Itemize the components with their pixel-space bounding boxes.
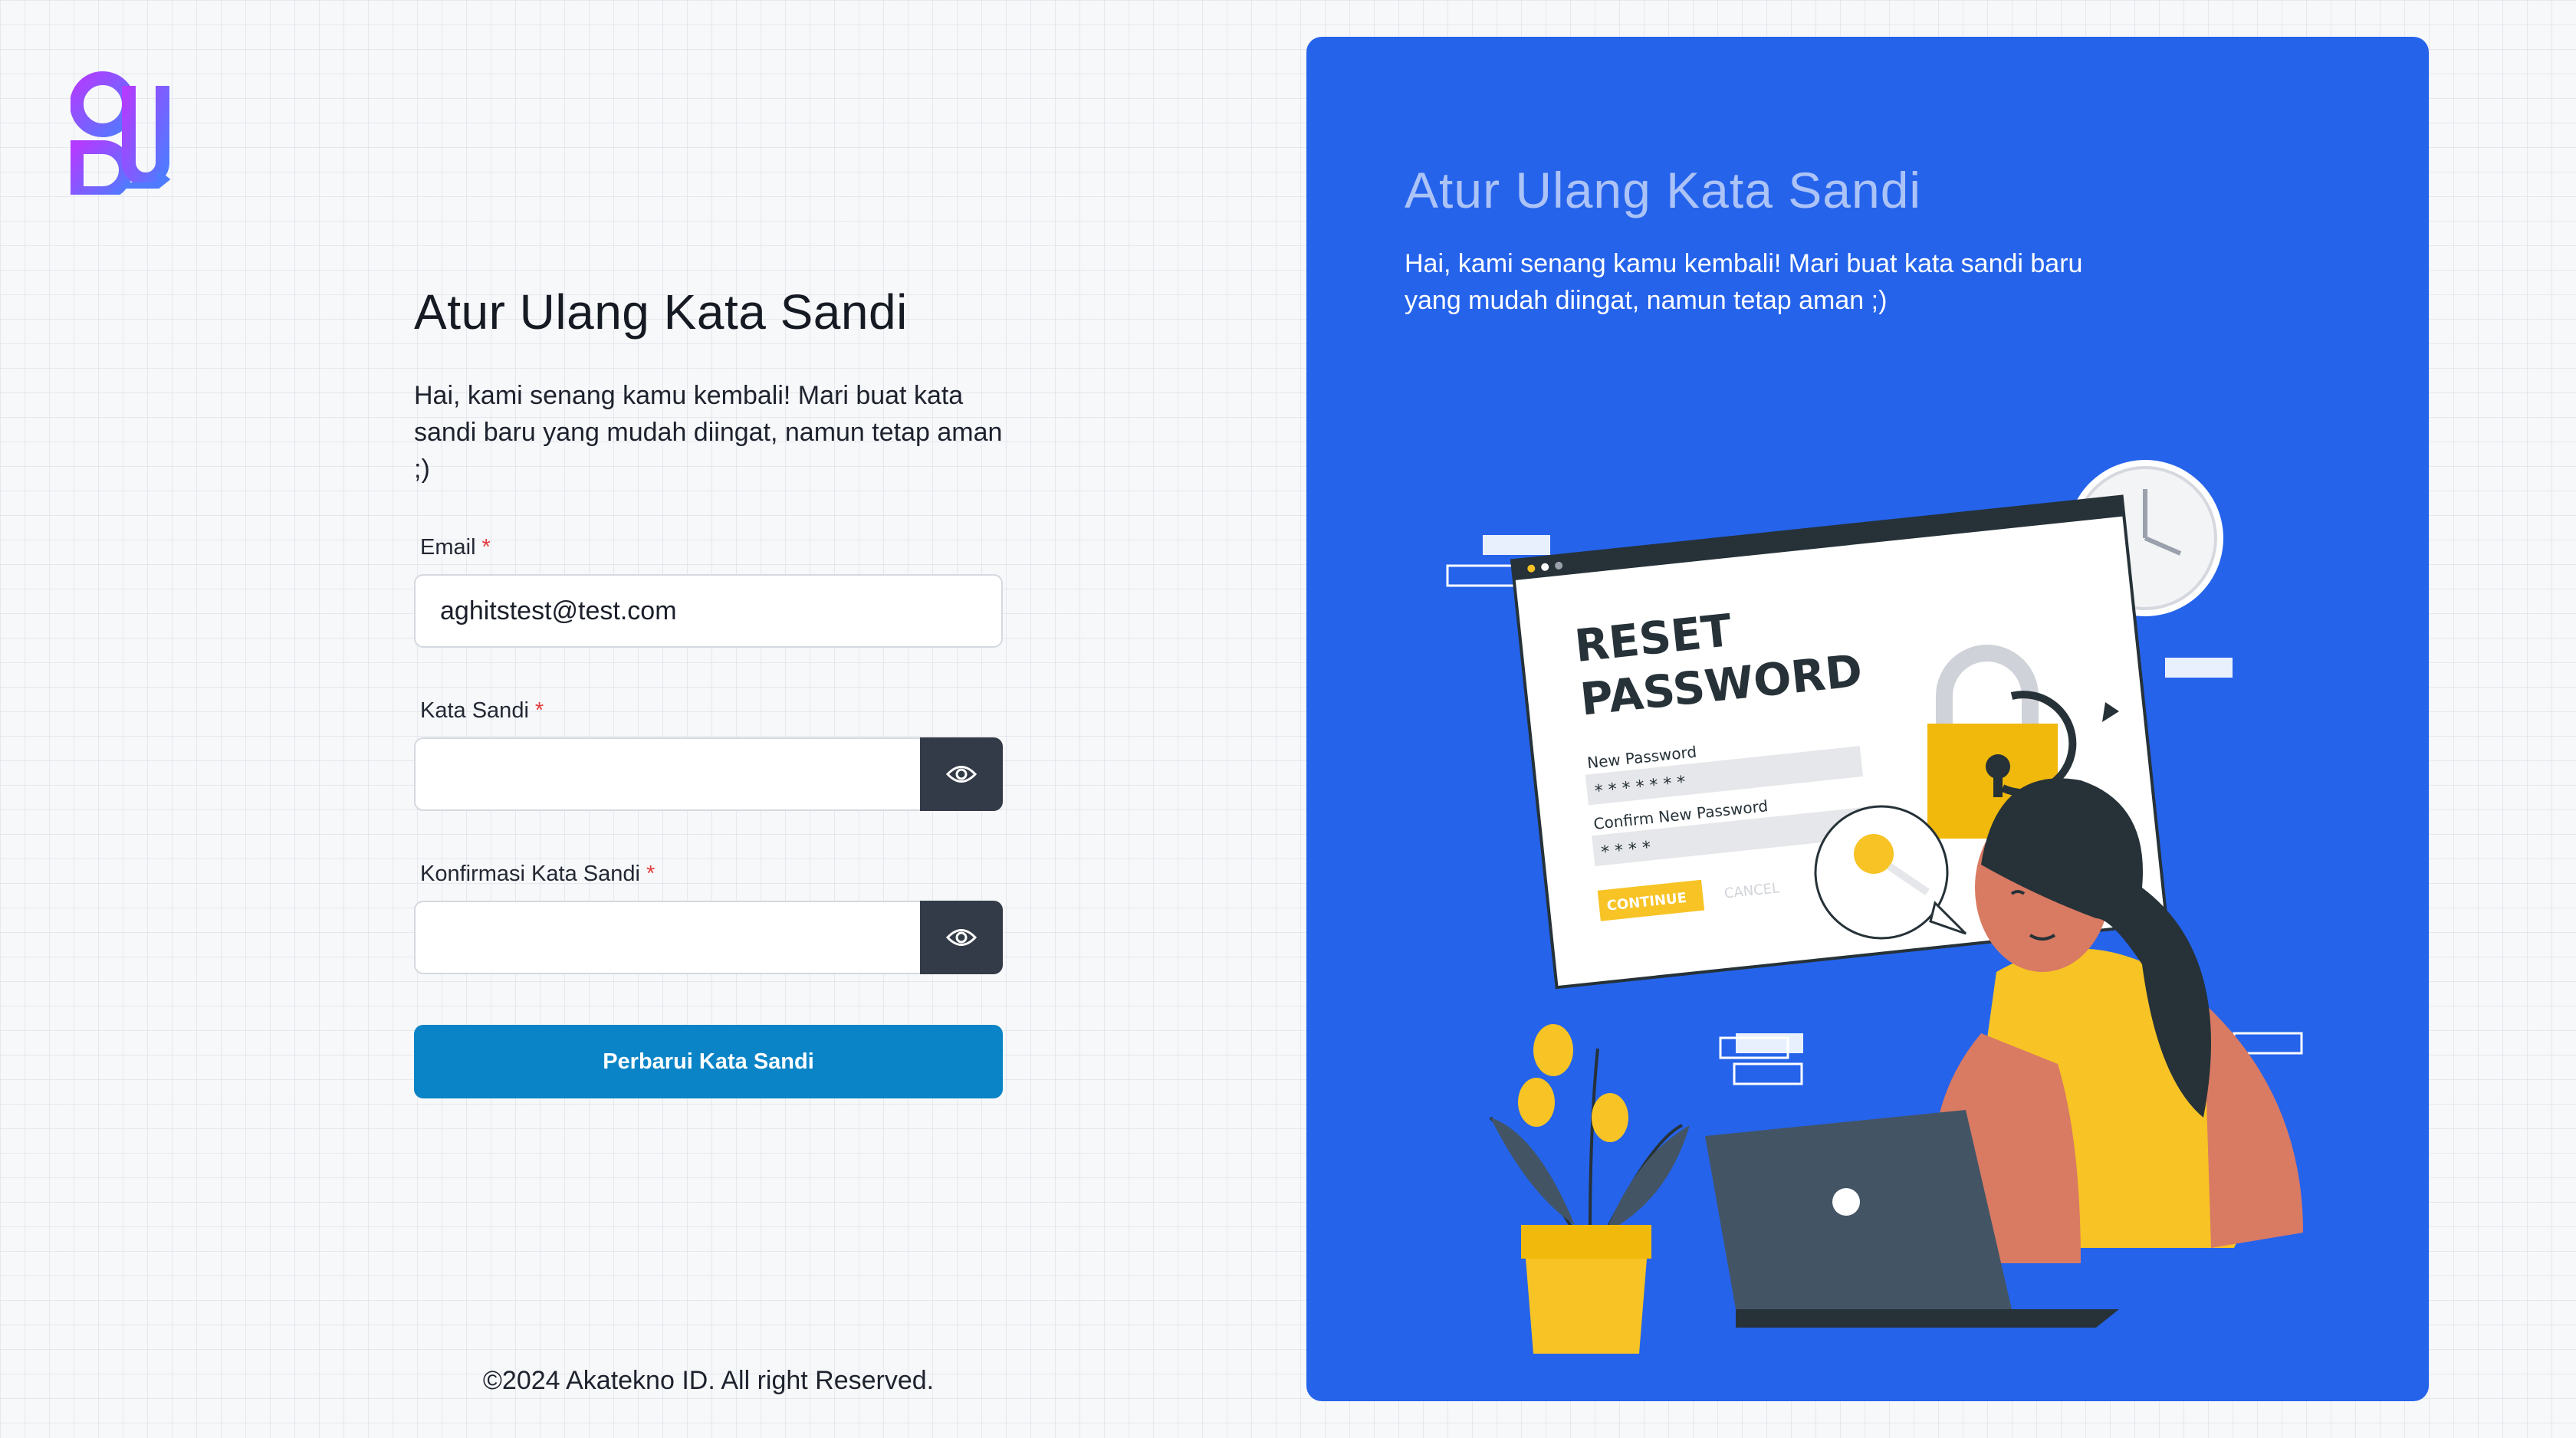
reset-password-form: Atur Ulang Kata Sandi Hai, kami senang k… <box>414 284 1003 1098</box>
password-row <box>414 737 1003 811</box>
update-password-button[interactable]: Perbarui Kata Sandi <box>414 1025 1003 1098</box>
reset-password-illustration: RESET PASSWORD New Password * * * * * * … <box>1446 460 2303 1354</box>
confirm-password-row <box>414 901 1003 974</box>
woman-illustration <box>1933 778 2303 1263</box>
toggle-confirm-visibility-button[interactable] <box>920 901 1003 974</box>
email-label: Email * <box>420 535 491 560</box>
required-mark: * <box>534 698 544 723</box>
page-subtitle: Hai, kami senang kamu kembali! Mari buat… <box>414 381 1003 484</box>
eye-icon <box>946 766 977 783</box>
illustration-panel: Atur Ulang Kata Sandi Hai, kami senang k… <box>1306 37 2429 1401</box>
confirm-password-label: Konfirmasi Kata Sandi * <box>420 862 656 886</box>
page-title: Atur Ulang Kata Sandi <box>414 284 908 340</box>
required-mark: * <box>481 535 491 560</box>
email-value: aghitstest@test.com <box>440 596 677 625</box>
confirm-password-field[interactable] <box>414 901 920 974</box>
tulip-plant-icon <box>1489 1024 1690 1354</box>
password-label: Kata Sandi * <box>420 698 544 723</box>
password-field[interactable] <box>414 737 920 811</box>
email-field[interactable]: aghitstest@test.com <box>414 574 1003 648</box>
brand-logo-icon <box>71 71 171 195</box>
footer-copyright: ©2024 Akatekno ID. All right Reserved. <box>482 1366 935 1395</box>
eye-icon <box>946 929 977 946</box>
toggle-password-visibility-button[interactable] <box>920 737 1003 811</box>
required-mark: * <box>646 862 656 886</box>
